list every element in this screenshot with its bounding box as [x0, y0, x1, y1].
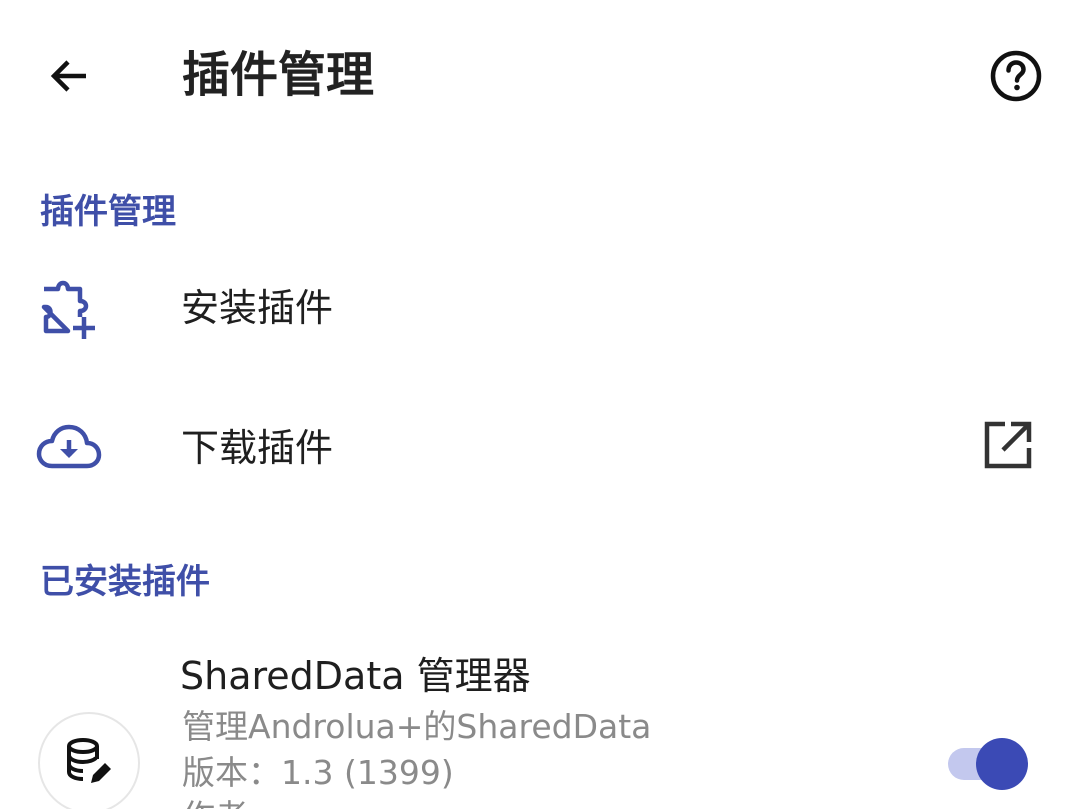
plugin-management-screen: 插件管理 插件管理 安装插件 下载插件 已安装插件 SharedData 管理器…: [0, 0, 1078, 809]
section-header-management: 插件管理: [40, 192, 176, 232]
plugin-description: 管理Androlua+的SharedData: [182, 707, 652, 746]
switch-thumb: [976, 738, 1028, 790]
plugin-avatar: [38, 712, 140, 809]
plugin-author: 作者: [182, 796, 248, 809]
install-plugin-row[interactable]: 安装插件: [0, 260, 1078, 360]
cloud-download-icon: [36, 415, 102, 481]
page-title: 插件管理: [182, 47, 375, 103]
download-plugin-label: 下载插件: [181, 426, 334, 470]
back-button[interactable]: [30, 36, 110, 116]
download-plugin-row[interactable]: 下载插件: [0, 400, 1078, 500]
help-circle-icon: [990, 50, 1042, 102]
plugin-title: SharedData 管理器: [180, 654, 531, 698]
install-plugin-label: 安装插件: [181, 286, 334, 330]
arrow-back-icon: [50, 60, 86, 92]
open-in-new-icon[interactable]: [980, 417, 1036, 473]
extension-add-icon: [36, 275, 102, 341]
database-edit-icon: [67, 738, 111, 783]
help-button[interactable]: [976, 36, 1056, 116]
plugin-version: 版本：1.3 (1399): [182, 753, 454, 792]
top-app-bar: 插件管理: [0, 0, 1078, 150]
section-header-installed: 已安装插件: [40, 562, 210, 602]
plugin-enable-switch[interactable]: [944, 736, 1032, 792]
